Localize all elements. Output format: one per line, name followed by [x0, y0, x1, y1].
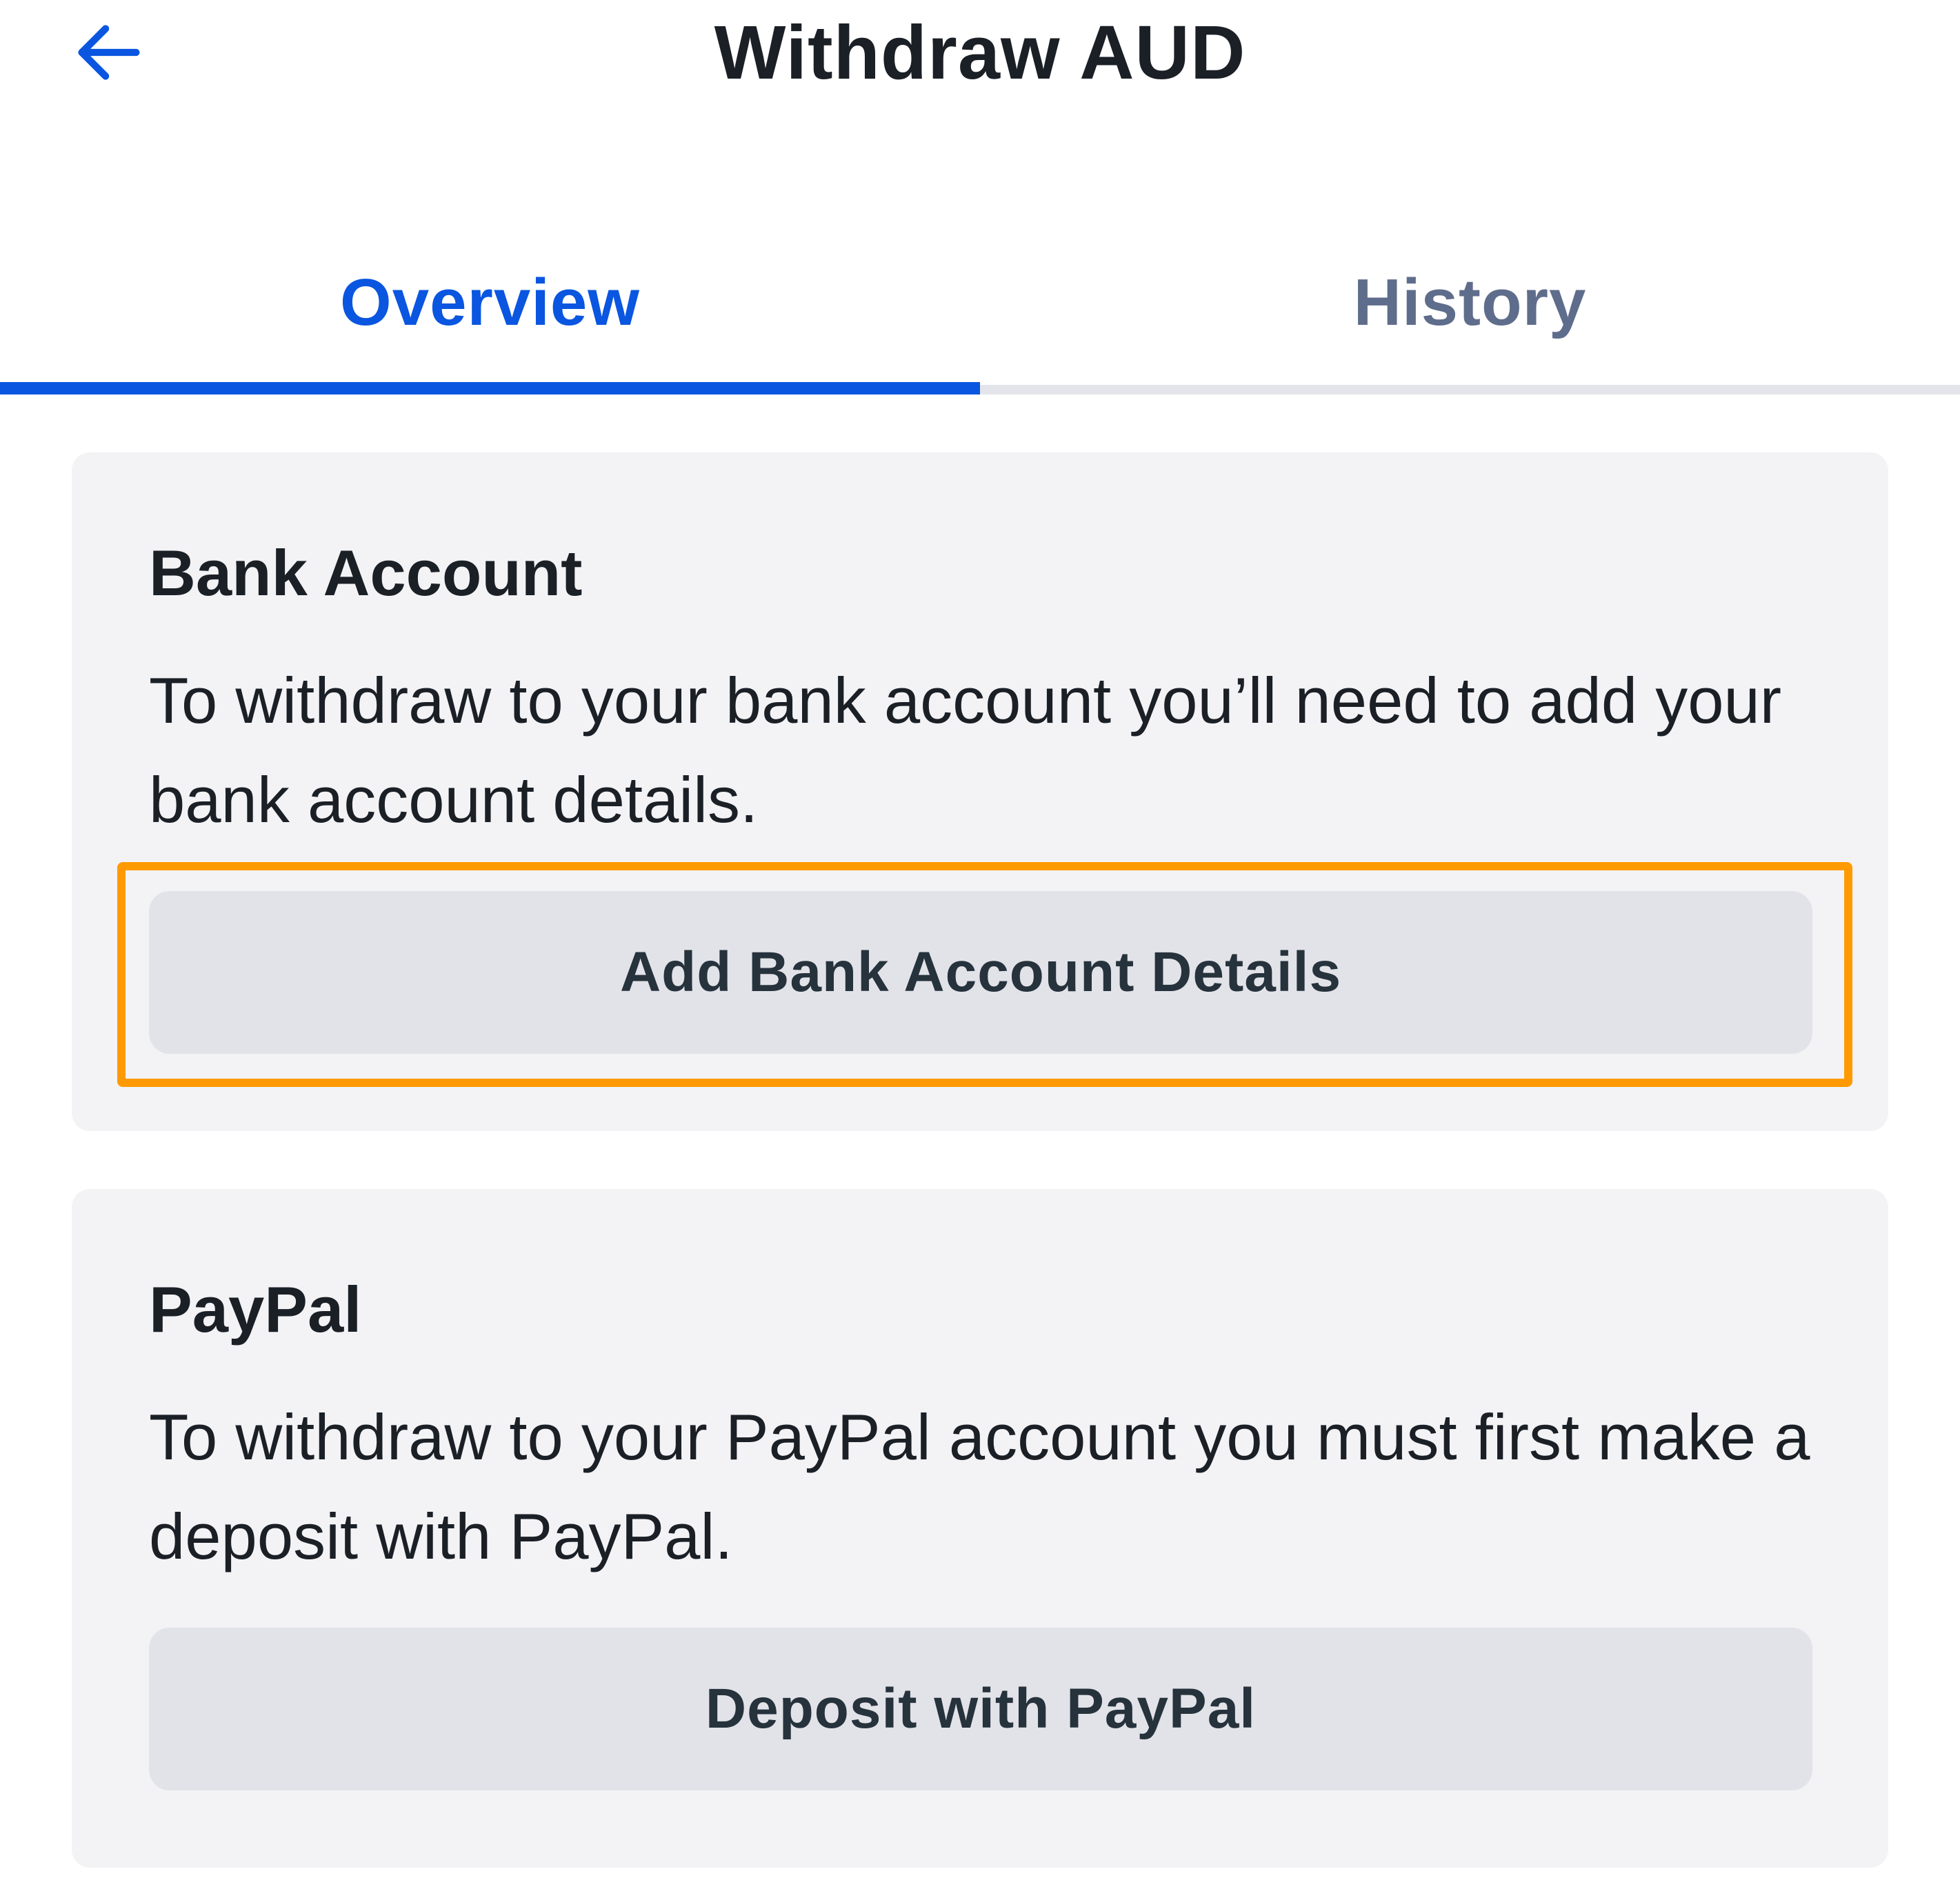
header: Withdraw AUD [0, 0, 1960, 103]
tab-bar: Overview History [0, 221, 1960, 394]
paypal-card: PayPal To withdraw to your PayPal accoun… [72, 1189, 1888, 1868]
withdraw-screen: Withdraw AUD Overview History Bank Accou… [0, 0, 1960, 1878]
bank-account-card: Bank Account To withdraw to your bank ac… [72, 452, 1888, 1131]
add-bank-account-details-button[interactable]: Add Bank Account Details [149, 891, 1812, 1054]
deposit-with-paypal-button[interactable]: Deposit with PayPal [149, 1628, 1812, 1790]
paypal-title: PayPal [149, 1273, 362, 1346]
active-tab-indicator [0, 382, 980, 394]
tab-overview[interactable]: Overview [0, 221, 980, 385]
page-title: Withdraw AUD [714, 10, 1246, 95]
bank-account-title: Bank Account [149, 537, 583, 609]
tab-history[interactable]: History [980, 221, 1960, 385]
bank-account-description: To withdraw to your bank account you’ll … [149, 664, 1782, 836]
paypal-description: To withdraw to your PayPal account you m… [149, 1401, 1810, 1572]
